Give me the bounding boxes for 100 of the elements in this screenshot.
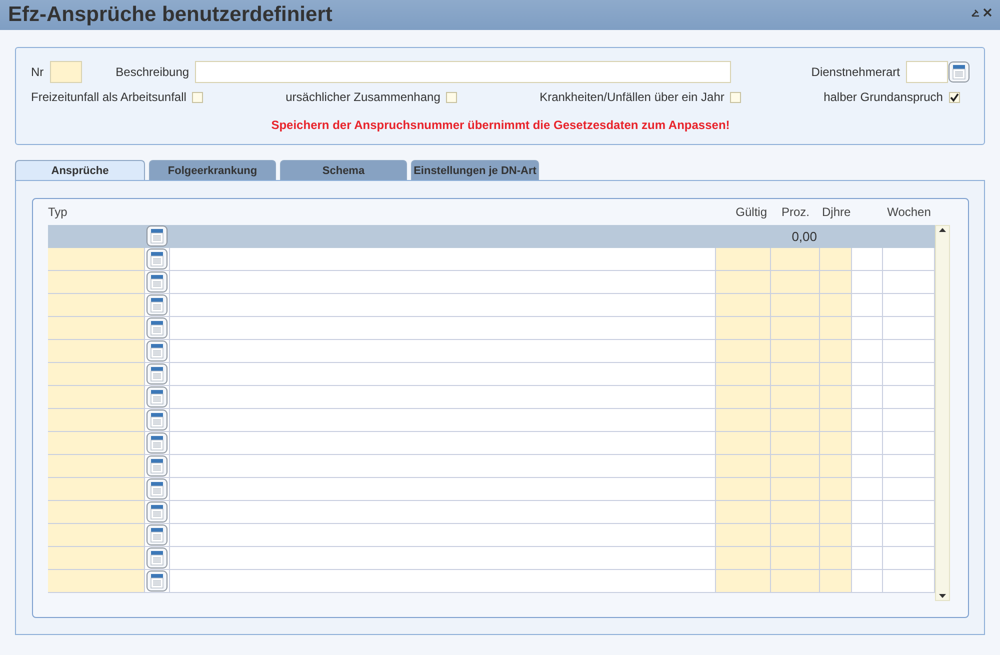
table-cell[interactable]: [883, 340, 935, 363]
table-cell[interactable]: [170, 363, 716, 386]
calendar-button[interactable]: [146, 386, 168, 408]
table-cell[interactable]: [820, 363, 852, 386]
table-cell[interactable]: [820, 386, 852, 409]
table-cell[interactable]: [852, 271, 883, 294]
table-cell[interactable]: [716, 570, 771, 593]
table-cell[interactable]: [852, 386, 883, 409]
table-cell[interactable]: [170, 294, 716, 317]
table-cell[interactable]: [170, 547, 716, 570]
calendar-button[interactable]: [146, 340, 168, 362]
table-cell[interactable]: [820, 340, 852, 363]
table-cell[interactable]: [820, 524, 852, 547]
table-cell[interactable]: [48, 570, 145, 593]
calendar-button[interactable]: [146, 524, 168, 546]
table-cell[interactable]: [771, 248, 820, 271]
table-cell[interactable]: [852, 363, 883, 386]
table-cell[interactable]: [170, 248, 716, 271]
table-cell[interactable]: [716, 317, 771, 340]
nr-field[interactable]: [50, 61, 82, 83]
table-cell[interactable]: [48, 455, 145, 478]
calendar-button[interactable]: [146, 501, 168, 523]
description-field[interactable]: [195, 61, 732, 83]
table-cell[interactable]: [716, 524, 771, 547]
calendar-button[interactable]: [146, 455, 168, 477]
table-cell[interactable]: [716, 455, 771, 478]
filter-cell[interactable]: [170, 225, 716, 248]
table-cell[interactable]: [771, 570, 820, 593]
filter-cell[interactable]: [883, 225, 935, 248]
table-cell[interactable]: [48, 271, 145, 294]
table-cell[interactable]: [771, 547, 820, 570]
table-cell[interactable]: [852, 432, 883, 455]
table-cell[interactable]: [716, 547, 771, 570]
table-cell[interactable]: [170, 340, 716, 363]
table-cell[interactable]: [170, 570, 716, 593]
table-cell[interactable]: [883, 317, 935, 340]
table-cell[interactable]: [771, 455, 820, 478]
table-cell[interactable]: [883, 386, 935, 409]
table-cell[interactable]: [820, 478, 852, 501]
table-cell[interactable]: [820, 294, 852, 317]
table-cell[interactable]: [170, 409, 716, 432]
table-cell[interactable]: [771, 294, 820, 317]
table-cell[interactable]: [716, 478, 771, 501]
table-cell[interactable]: [170, 524, 716, 547]
table-cell[interactable]: [820, 248, 852, 271]
table-cell[interactable]: [48, 340, 145, 363]
calendar-button[interactable]: [146, 409, 168, 431]
table-cell[interactable]: [48, 248, 145, 271]
table-cell[interactable]: [852, 455, 883, 478]
table-cell[interactable]: [883, 248, 935, 271]
table-cell[interactable]: [883, 432, 935, 455]
calendar-button[interactable]: [146, 317, 168, 339]
table-cell[interactable]: [48, 478, 145, 501]
table-cell[interactable]: [883, 570, 935, 593]
table-cell[interactable]: [716, 432, 771, 455]
table-cell[interactable]: [771, 478, 820, 501]
table-cell[interactable]: [771, 524, 820, 547]
calendar-button[interactable]: [146, 225, 168, 247]
table-cell[interactable]: [716, 501, 771, 524]
table-cell[interactable]: [771, 363, 820, 386]
table-cell[interactable]: [716, 386, 771, 409]
table-cell[interactable]: [48, 386, 145, 409]
table-cell[interactable]: [852, 501, 883, 524]
table-cell[interactable]: [771, 340, 820, 363]
table-cell[interactable]: [716, 363, 771, 386]
table-cell[interactable]: [771, 501, 820, 524]
pin-icon[interactable]: [971, 8, 980, 17]
calendar-button[interactable]: [146, 294, 168, 316]
table-cell[interactable]: [771, 386, 820, 409]
table-cell[interactable]: [820, 432, 852, 455]
table-cell[interactable]: [820, 409, 852, 432]
calendar-button[interactable]: [146, 478, 168, 500]
table-cell[interactable]: [771, 409, 820, 432]
table-cell[interactable]: [852, 294, 883, 317]
table-cell[interactable]: [170, 386, 716, 409]
table-cell[interactable]: [820, 501, 852, 524]
table-cell[interactable]: [170, 432, 716, 455]
table-cell[interactable]: [883, 547, 935, 570]
calendar-button[interactable]: [146, 432, 168, 454]
table-cell[interactable]: [820, 455, 852, 478]
table-cell[interactable]: [820, 271, 852, 294]
scroll-down-icon[interactable]: [938, 591, 947, 600]
table-cell[interactable]: [883, 271, 935, 294]
table-cell[interactable]: [170, 317, 716, 340]
checkbox[interactable]: [948, 92, 960, 102]
table-cell[interactable]: [48, 432, 145, 455]
table-cell[interactable]: [48, 547, 145, 570]
filter-cell[interactable]: [48, 225, 145, 248]
table-cell[interactable]: [771, 317, 820, 340]
tab[interactable]: Folgeerkrankung: [149, 160, 276, 180]
table-cell[interactable]: [883, 294, 935, 317]
table-cell[interactable]: [716, 294, 771, 317]
table-cell[interactable]: [883, 363, 935, 386]
calendar-button[interactable]: [146, 363, 168, 385]
table-cell[interactable]: [716, 409, 771, 432]
table-cell[interactable]: [852, 409, 883, 432]
table-cell[interactable]: [852, 340, 883, 363]
tab[interactable]: Ansprüche: [15, 160, 145, 180]
table-cell[interactable]: [716, 271, 771, 294]
table-cell[interactable]: [883, 478, 935, 501]
